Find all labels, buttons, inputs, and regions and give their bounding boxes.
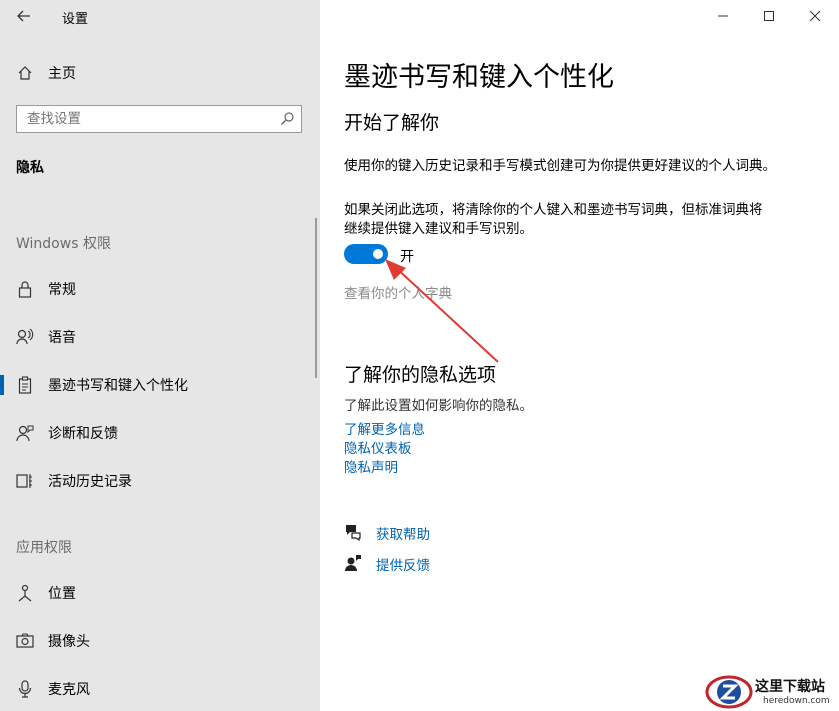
timeline-icon (16, 472, 34, 490)
help-chat-icon (346, 525, 361, 541)
clipboard-icon (16, 376, 34, 394)
sidebar-item-location[interactable]: 位置 (0, 571, 320, 615)
annotation-arrow (385, 259, 499, 363)
description-text-line2: 继续提供键入建议和手写识别。 (344, 221, 533, 237)
selected-indicator (0, 375, 4, 395)
sidebar-item-activity-history[interactable]: 活动历史记录 (0, 459, 320, 503)
sidebar-item-general[interactable]: 常规 (0, 267, 320, 311)
windows-permissions-heading: Windows 权限 (16, 236, 111, 252)
section-title-privacy: 了解你的隐私选项 (344, 364, 497, 386)
watermark-logo (705, 675, 753, 709)
search-icon (280, 111, 295, 130)
feedback-icon (345, 555, 361, 571)
close-button[interactable] (792, 0, 838, 32)
learn-more-link[interactable]: 了解更多信息 (344, 418, 425, 438)
privacy-dashboard-link[interactable]: 隐私仪表板 (344, 437, 412, 457)
back-arrow-icon (17, 10, 30, 22)
search-box[interactable] (16, 105, 302, 133)
microphone-icon (16, 680, 34, 698)
watermark-site-en: heredown.com (763, 696, 830, 706)
sidebar-item-label: 麦克风 (48, 682, 90, 698)
search-input[interactable] (17, 106, 267, 132)
give-feedback-row[interactable]: 提供反馈 (344, 553, 484, 575)
sidebar-item-inking-typing[interactable]: 墨迹书写和键入个性化 (0, 363, 320, 407)
sidebar: 设置 主页 隐私 Windows 权限 常规 语音 墨迹书写和键入个性化 (0, 0, 320, 711)
location-icon (16, 584, 34, 602)
sidebar-item-label: 摄像头 (48, 634, 90, 650)
window-title: 设置 (62, 12, 89, 27)
sidebar-item-label: 主页 (48, 66, 76, 82)
watermark-site-cn: 这里下载站 (755, 679, 825, 695)
category-heading: 隐私 (16, 160, 44, 176)
main-content: 墨迹书写和键入个性化 开始了解你 使用你的键入历史记录和手写模式创建可为你提供更… (320, 0, 839, 711)
sidebar-item-home[interactable]: 主页 (0, 51, 320, 95)
home-icon (16, 64, 34, 82)
get-help-label: 获取帮助 (376, 527, 430, 543)
maximize-icon (764, 11, 774, 21)
section-title-getting-to-know: 开始了解你 (344, 112, 440, 134)
sidebar-item-label: 活动历史记录 (48, 474, 132, 490)
app-permissions-heading: 应用权限 (16, 540, 72, 556)
sidebar-item-microphone[interactable]: 麦克风 (0, 667, 320, 711)
close-icon (809, 10, 821, 22)
watermark: 这里下载站 heredown.com (705, 672, 839, 711)
feedback-person-icon (16, 424, 34, 442)
sidebar-item-speech[interactable]: 语音 (0, 315, 320, 359)
sidebar-item-label: 语音 (48, 330, 76, 346)
give-feedback-label: 提供反馈 (376, 558, 430, 574)
description-text-line1: 如果关闭此选项，将清除你的个人键入和墨迹书写词典，但标准词典将 (344, 202, 763, 218)
maximize-button[interactable] (746, 0, 792, 32)
lock-icon (16, 280, 34, 298)
sidebar-item-label: 墨迹书写和键入个性化 (48, 378, 188, 394)
sidebar-item-label: 常规 (48, 282, 76, 298)
minimize-icon (718, 15, 728, 17)
get-help-row[interactable]: 获取帮助 (344, 522, 484, 544)
privacy-description: 了解此设置如何影响你的隐私。 (344, 398, 533, 414)
sidebar-item-label: 位置 (48, 586, 76, 602)
speech-icon (16, 328, 34, 346)
description-text: 使用你的键入历史记录和手写模式创建可为你提供更好建议的个人词典。 (344, 158, 776, 174)
sidebar-item-camera[interactable]: 摄像头 (0, 619, 320, 663)
sidebar-item-diagnostics[interactable]: 诊断和反馈 (0, 411, 320, 455)
privacy-statement-link[interactable]: 隐私声明 (344, 456, 398, 476)
page-title: 墨迹书写和键入个性化 (344, 62, 614, 93)
sidebar-item-label: 诊断和反馈 (48, 426, 118, 442)
minimize-button[interactable] (700, 0, 746, 32)
back-button[interactable] (12, 4, 36, 28)
camera-icon (16, 632, 34, 650)
